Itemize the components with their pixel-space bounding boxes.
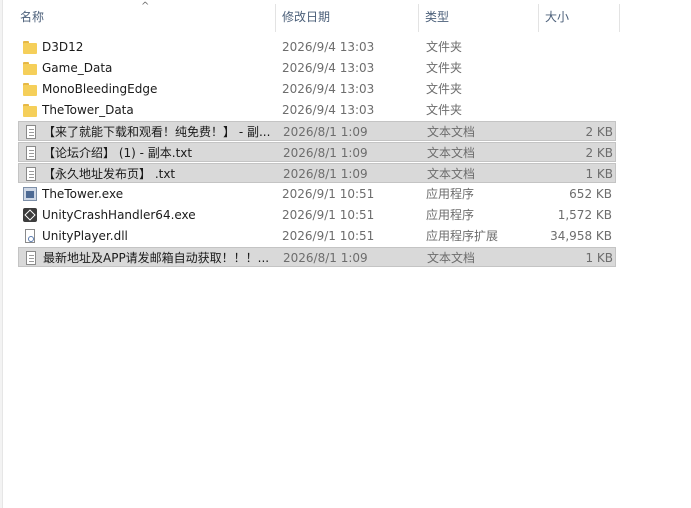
file-name: TheTower_Data (42, 103, 134, 117)
file-type: 文件夹 (426, 61, 463, 75)
file-modified-date: 2026/9/1 10:51 (282, 208, 375, 222)
file-type: 文本文档 (427, 146, 476, 160)
file-size: 1 KB (585, 167, 613, 181)
file-type: 文件夹 (426, 103, 463, 117)
file-row[interactable]: TheTower_Data 2026/9/4 13:03 文件夹 (18, 100, 616, 120)
file-name: 【来了就能下载和观看！纯免费！】 - 副... (43, 125, 271, 139)
text-document-icon (23, 166, 39, 182)
file-modified-date: 2026/9/4 13:03 (282, 82, 375, 96)
file-name: 【论坛介绍】 (1) - 副本.txt (43, 146, 193, 160)
file-row[interactable]: Game_Data 2026/9/4 13:03 文件夹 (18, 58, 616, 78)
file-row[interactable]: 最新地址及APP请发邮箱自动获取！！！... 2026/8/1 1:09 文本文档 1… (18, 247, 616, 267)
file-row[interactable]: TheTower.exe 2026/9/1 10:51 应用程序 652 KB (18, 184, 616, 204)
unity-icon (22, 207, 38, 223)
file-type: 文件夹 (426, 82, 463, 96)
file-row[interactable]: MonoBleedingEdge 2026/9/4 13:03 文件夹 (18, 79, 616, 99)
sort-ascending-icon: ^ (141, 1, 150, 12)
file-modified-date: 2026/9/1 10:51 (282, 229, 375, 243)
file-name: MonoBleedingEdge (42, 82, 158, 96)
text-document-icon (23, 124, 39, 140)
file-modified-date: 2026/8/1 1:09 (283, 167, 368, 181)
file-row[interactable]: 【永久地址发布页】 .txt 2026/8/1 1:09 文本文档 1 KB (18, 163, 616, 183)
text-document-icon (23, 145, 39, 161)
column-header-size[interactable]: 大小 (539, 0, 619, 34)
file-type: 文本文档 (427, 125, 476, 139)
file-modified-date: 2026/8/1 1:09 (283, 146, 368, 160)
file-row[interactable]: 【论坛介绍】 (1) - 副本.txt 2026/8/1 1:09 文本文档 2 KB (18, 142, 616, 162)
file-type: 应用程序 (426, 187, 475, 201)
column-header-type[interactable]: 类型 (419, 0, 537, 34)
folder-icon (22, 60, 38, 76)
folder-icon (22, 81, 38, 97)
file-name: TheTower.exe (42, 187, 124, 201)
file-modified-date: 2026/8/1 1:09 (283, 251, 368, 265)
application-icon (22, 186, 38, 202)
file-size: 2 KB (585, 125, 613, 139)
column-header-bar: 名称 ^ 修改日期 类型 大小 (2, 0, 691, 34)
file-row[interactable]: 【来了就能下载和观看！纯免费！】 - 副... 2026/8/1 1:09 文本文档… (18, 121, 616, 141)
file-modified-date: 2026/9/4 13:03 (282, 103, 375, 117)
file-size: 652 KB (569, 187, 612, 201)
file-name: 【永久地址发布页】 .txt (43, 167, 176, 181)
file-type: 文本文档 (427, 167, 476, 181)
file-type: 应用程序扩展 (426, 229, 499, 243)
file-type: 文本文档 (427, 251, 476, 265)
column-header-date[interactable]: 修改日期 (276, 0, 418, 34)
file-size: 1 KB (585, 251, 613, 265)
window-left-border (0, 0, 3, 508)
file-type: 应用程序 (426, 208, 475, 222)
file-modified-date: 2026/8/1 1:09 (283, 125, 368, 139)
text-document-icon (23, 250, 39, 266)
file-size: 2 KB (585, 146, 613, 160)
file-modified-date: 2026/9/4 13:03 (282, 40, 375, 54)
file-row[interactable]: UnityCrashHandler64.exe 2026/9/1 10:51 应用程… (18, 205, 616, 225)
file-modified-date: 2026/9/4 13:03 (282, 61, 375, 75)
folder-icon (22, 39, 38, 55)
file-name: UnityPlayer.dll (42, 229, 128, 243)
file-name: Game_Data (42, 61, 113, 75)
folder-icon (22, 102, 38, 118)
dll-icon (22, 228, 38, 244)
column-divider[interactable] (619, 4, 620, 32)
file-size: 34,958 KB (550, 229, 612, 243)
file-name: 最新地址及APP请发邮箱自动获取！！！... (43, 251, 270, 265)
file-name: D3D12 (42, 40, 84, 54)
file-name: UnityCrashHandler64.exe (42, 208, 196, 222)
file-size: 1,572 KB (557, 208, 612, 222)
file-modified-date: 2026/9/1 10:51 (282, 187, 375, 201)
file-row[interactable]: D3D12 2026/9/4 13:03 文件夹 (18, 37, 616, 57)
file-row[interactable]: UnityPlayer.dll 2026/9/1 10:51 应用程序扩展 34,95… (18, 226, 616, 246)
file-type: 文件夹 (426, 40, 463, 54)
